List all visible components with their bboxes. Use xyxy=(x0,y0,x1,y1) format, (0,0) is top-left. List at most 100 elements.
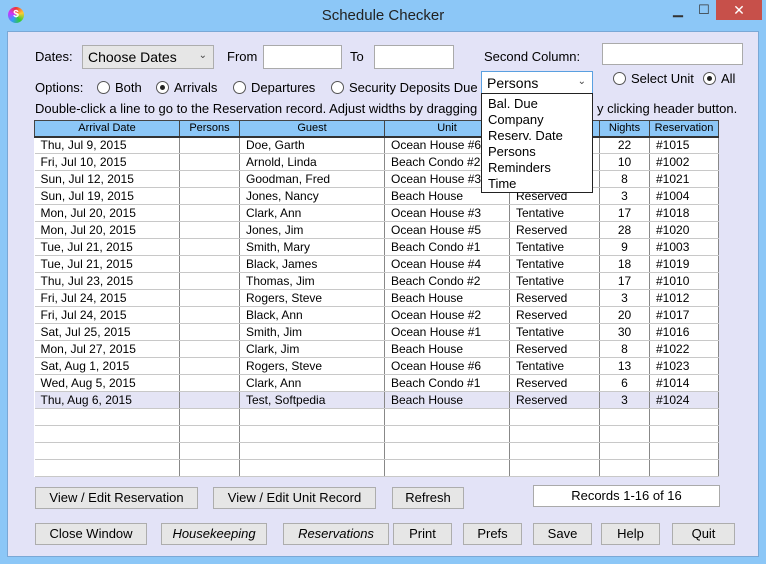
quit-button[interactable]: Quit xyxy=(672,523,735,545)
table-cell: Goodman, Fred xyxy=(239,170,385,188)
radio-icon xyxy=(156,81,169,94)
records-count: Records 1-16 of 16 xyxy=(533,485,720,507)
table-cell: Ocean House #4 xyxy=(384,255,510,273)
table-cell: Sat, Aug 1, 2015 xyxy=(34,357,180,375)
table-cell: Tentative xyxy=(509,238,600,256)
table-cell: Tentative xyxy=(509,357,600,375)
to-label: To xyxy=(350,49,364,64)
print-button[interactable]: Print xyxy=(393,523,452,545)
table-row[interactable]: Tue, Jul 21, 2015 Smith, Mary Beach Condo … xyxy=(34,238,719,256)
table-cell: Reserved xyxy=(509,289,600,307)
help-button[interactable]: Help xyxy=(601,523,660,545)
table-cell xyxy=(179,204,240,222)
table-row[interactable]: Sat, Jul 25, 2015 Smith, Jim Ocean House #… xyxy=(34,323,719,341)
table-cell xyxy=(599,408,650,426)
table-row[interactable]: Fri, Jul 24, 2015 Black, Ann Ocean House #… xyxy=(34,306,719,324)
table-cell: Thomas, Jim xyxy=(239,272,385,290)
table-cell: Beach Condo #1 xyxy=(384,238,510,256)
radio-icon xyxy=(233,81,246,94)
dates-select[interactable]: Choose Dates ⌄ xyxy=(82,45,214,69)
table-row[interactable]: Tue, Jul 21, 2015 Black, James Ocean House… xyxy=(34,255,719,273)
table-cell: Fri, Jul 24, 2015 xyxy=(34,306,180,324)
table-cell xyxy=(179,442,240,460)
table-cell: Beach House xyxy=(384,289,510,307)
view-edit-unit-record-button[interactable]: View / Edit Unit Record xyxy=(213,487,376,509)
empty-row xyxy=(34,459,719,477)
close-window-button[interactable]: ✕ xyxy=(716,0,762,20)
column-header[interactable]: Persons xyxy=(179,120,240,138)
table-cell: #1021 xyxy=(649,170,719,188)
to-date-input[interactable] xyxy=(374,45,454,69)
dropdown-item[interactable]: Reminders xyxy=(488,160,592,176)
table-cell: Arnold, Linda xyxy=(239,153,385,171)
unit-radio-select-unit[interactable]: Select Unit xyxy=(613,71,694,86)
table-cell xyxy=(179,187,240,205)
table-cell: Thu, Jul 9, 2015 xyxy=(34,136,180,154)
radio-icon xyxy=(613,72,626,85)
dropdown-item[interactable]: Bal. Due xyxy=(488,96,592,112)
table-cell: Clark, Jim xyxy=(239,340,385,358)
table-cell: Mon, Jul 20, 2015 xyxy=(34,204,180,222)
prefs-button[interactable]: Prefs xyxy=(463,523,522,545)
table-row[interactable]: Thu, Jul 9, 2015 Doe, Garth Ocean House #6… xyxy=(34,136,719,154)
table-cell: Tentative xyxy=(509,204,600,222)
table-cell xyxy=(179,425,240,443)
column-header[interactable]: Reservation xyxy=(649,120,719,138)
from-date-input[interactable] xyxy=(263,45,342,69)
save-button[interactable]: Save xyxy=(533,523,592,545)
option-radio-security-deposits-due[interactable]: Security Deposits Due xyxy=(331,80,478,95)
dropdown-item[interactable]: Time xyxy=(488,176,592,192)
column-header[interactable]: Nights xyxy=(599,120,650,138)
housekeeping-button[interactable]: Housekeeping xyxy=(161,523,267,545)
table-row[interactable]: Fri, Jul 24, 2015 Rogers, Steve Beach Hous… xyxy=(34,289,719,307)
option-radio-departures[interactable]: Departures xyxy=(233,80,315,95)
table-cell xyxy=(34,442,180,460)
table-row[interactable]: Thu, Aug 6, 2015 Test, Softpedia Beach Hou… xyxy=(34,391,719,409)
table-cell: #1015 xyxy=(649,136,719,154)
table-row[interactable]: Mon, Jul 27, 2015 Clark, Jim Beach House Re… xyxy=(34,340,719,358)
table-cell xyxy=(239,408,385,426)
second-column-select-value: Persons xyxy=(487,75,539,91)
radio-icon xyxy=(331,81,344,94)
second-column-select[interactable]: Persons ⌄ xyxy=(481,71,593,95)
minimize-button[interactable]: ▁ xyxy=(664,0,692,20)
table-row[interactable]: Mon, Jul 20, 2015 Clark, Ann Ocean House #… xyxy=(34,204,719,222)
table-cell: 6 xyxy=(599,374,650,392)
table-row[interactable]: Sun, Jul 19, 2015 Jones, Nancy Beach House… xyxy=(34,187,719,205)
column-header[interactable]: Guest xyxy=(239,120,385,138)
refresh-button[interactable]: Refresh xyxy=(392,487,464,509)
table-cell xyxy=(509,408,600,426)
table-row[interactable]: Mon, Jul 20, 2015 Jones, Jim Ocean House #… xyxy=(34,221,719,239)
unit-radio-all[interactable]: All xyxy=(703,71,735,86)
table-cell xyxy=(599,442,650,460)
table-cell: Smith, Jim xyxy=(239,323,385,341)
table-cell: Jones, Nancy xyxy=(239,187,385,205)
option-radio-both[interactable]: Both xyxy=(97,80,142,95)
second-column-input[interactable] xyxy=(602,43,743,65)
table-row[interactable]: Wed, Aug 5, 2015 Clark, Ann Beach Condo #1… xyxy=(34,374,719,392)
table-row[interactable]: Fri, Jul 10, 2015 Arnold, Linda Beach Cond… xyxy=(34,153,719,171)
table-cell: #1017 xyxy=(649,306,719,324)
column-header[interactable]: Arrival Date xyxy=(34,120,180,138)
table-cell: Doe, Garth xyxy=(239,136,385,154)
table-cell xyxy=(599,425,650,443)
reservations-button[interactable]: Reservations xyxy=(283,523,389,545)
maximize-button[interactable]: ☐ xyxy=(690,0,718,20)
table-cell: Fri, Jul 24, 2015 xyxy=(34,289,180,307)
dropdown-item[interactable]: Company xyxy=(488,112,592,128)
table-cell: #1003 xyxy=(649,238,719,256)
table-cell: 28 xyxy=(599,221,650,239)
dropdown-item[interactable]: Reserv. Date xyxy=(488,128,592,144)
instructions-text-tail: y clicking header button. xyxy=(597,101,738,116)
view-edit-reservation-button[interactable]: View / Edit Reservation xyxy=(35,487,198,509)
table-row[interactable]: Thu, Jul 23, 2015 Thomas, Jim Beach Condo … xyxy=(34,272,719,290)
table-row[interactable]: Sat, Aug 1, 2015 Rogers, Steve Ocean House… xyxy=(34,357,719,375)
table-cell xyxy=(179,221,240,239)
table-cell xyxy=(384,408,510,426)
close-window-button-bottom[interactable]: Close Window xyxy=(35,523,147,545)
table-cell xyxy=(649,442,719,460)
dropdown-item[interactable]: Persons xyxy=(488,144,592,160)
table-row[interactable]: Sun, Jul 12, 2015 Goodman, Fred Ocean Hous… xyxy=(34,170,719,188)
option-radio-arrivals[interactable]: Arrivals xyxy=(156,80,217,95)
option-label: Arrivals xyxy=(174,80,218,95)
